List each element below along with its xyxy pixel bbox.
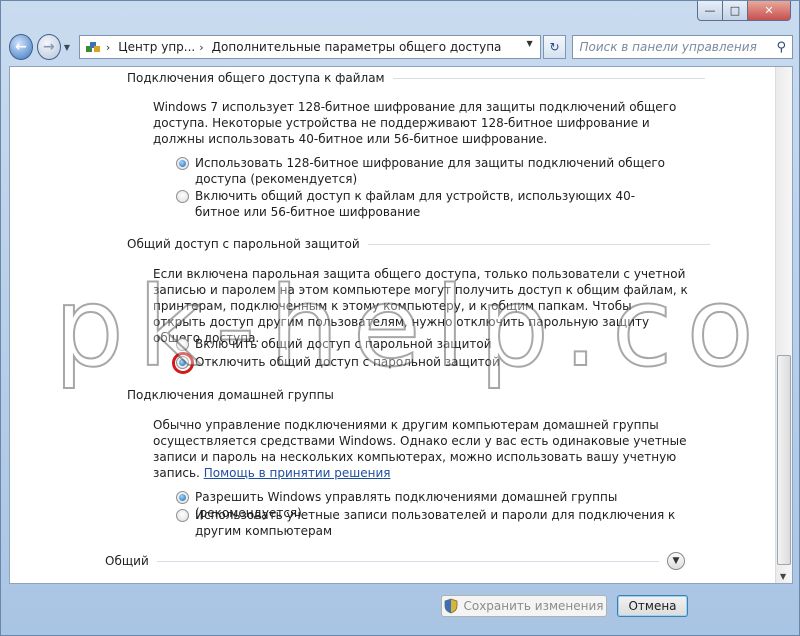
cancel-button[interactable]: Отмена xyxy=(617,595,688,617)
scrollbar-thumb[interactable] xyxy=(777,355,791,565)
control-panel-window: — □ ✕ ← → ▼ › Центр упр... › Дополнитель… xyxy=(0,0,800,636)
forward-button[interactable]: → xyxy=(36,34,61,60)
recent-pages-dropdown[interactable]: ▼ xyxy=(64,43,75,52)
refresh-button[interactable]: ↻ xyxy=(542,35,567,59)
file-sharing-description: Windows 7 использует 128-битное шифрован… xyxy=(153,100,677,146)
divider xyxy=(156,560,659,562)
homegroup-heading: Подключения домашней группы xyxy=(127,388,334,402)
section-title: Общий xyxy=(105,554,149,568)
file-sharing-heading: Подключения общего доступа к файлам xyxy=(127,71,705,85)
help-decision-link[interactable]: Помощь в принятии решения xyxy=(204,466,391,480)
back-arrow-icon: ← xyxy=(15,39,27,55)
divider xyxy=(367,243,710,245)
control-panel-icon xyxy=(84,39,102,55)
radio-button-checked[interactable] xyxy=(176,491,189,504)
radio-use-user-accounts[interactable]: Использовать учетные записи пользователе… xyxy=(176,507,676,539)
divider xyxy=(392,77,705,79)
radio-label: Использовать 128-битное шифрование для з… xyxy=(195,156,666,186)
address-dropdown-icon[interactable]: ▼ xyxy=(523,39,537,48)
radio-enable-password-sharing[interactable]: Включить общий доступ с парольной защито… xyxy=(176,336,676,352)
uac-shield-icon xyxy=(445,598,458,614)
homegroup-description: Обычно управление подключениями к другим… xyxy=(153,417,688,481)
section-title: Подключения общего доступа к файлам xyxy=(127,71,385,85)
radio-button-checked[interactable] xyxy=(176,157,189,170)
minimize-icon: — xyxy=(704,4,716,17)
expand-chevron-icon[interactable]: ▼ xyxy=(667,552,685,570)
password-protection-heading: Общий доступ с парольной защитой xyxy=(127,237,710,251)
vertical-scrollbar[interactable]: ▼ xyxy=(775,67,792,583)
general-section-header[interactable]: Общий ▼ xyxy=(105,552,685,570)
settings-content: Подключения общего доступа к файлам Wind… xyxy=(9,66,793,584)
close-button[interactable]: ✕ xyxy=(748,1,791,21)
breadcrumb-advanced-sharing[interactable]: Дополнительные параметры общего доступа xyxy=(212,40,502,54)
red-highlight-circle xyxy=(172,352,194,374)
back-button[interactable]: ← xyxy=(9,34,33,60)
radio-button[interactable] xyxy=(176,190,189,203)
radio-label: Включить общий доступ к файлам для устро… xyxy=(195,189,636,219)
maximize-button[interactable]: □ xyxy=(723,1,748,21)
radio-label: Включить общий доступ с парольной защито… xyxy=(195,337,492,351)
dialog-footer: Сохранить изменения Отмена xyxy=(9,584,793,629)
password-protection-description: Если включена парольная защита общего до… xyxy=(153,267,688,345)
minimize-button[interactable]: — xyxy=(697,1,723,21)
breadcrumb-separator: › xyxy=(105,40,111,54)
radio-128bit[interactable]: Использовать 128-битное шифрование для з… xyxy=(176,155,676,187)
radio-button[interactable] xyxy=(176,338,189,351)
search-icon[interactable]: ⚲ xyxy=(776,40,786,55)
section-title: Подключения домашней группы xyxy=(127,388,334,402)
navigation-bar: ← → ▼ › Центр упр... › Дополнительные па… xyxy=(9,31,794,63)
radio-button[interactable] xyxy=(176,509,189,522)
breadcrumb-separator: › xyxy=(199,40,204,54)
caption-buttons: — □ ✕ xyxy=(697,1,791,21)
cancel-label: Отмена xyxy=(628,599,677,613)
refresh-icon: ↻ xyxy=(549,40,560,54)
radio-disable-password-sharing[interactable]: Отключить общий доступ с парольной защит… xyxy=(176,354,676,370)
breadcrumb-control-panel[interactable]: Центр упр... xyxy=(118,40,195,54)
radio-label: Отключить общий доступ с парольной защит… xyxy=(195,355,500,369)
scroll-down-icon[interactable]: ▼ xyxy=(780,572,786,581)
save-changes-button[interactable]: Сохранить изменения xyxy=(441,595,607,617)
section-title: Общий доступ с парольной защитой xyxy=(127,237,360,251)
maximize-icon: □ xyxy=(729,4,741,17)
save-changes-label: Сохранить изменения xyxy=(463,599,604,613)
forward-arrow-icon: → xyxy=(43,39,55,55)
radio-label: Использовать учетные записи пользователе… xyxy=(195,508,676,538)
radio-40-56bit[interactable]: Включить общий доступ к файлам для устро… xyxy=(176,188,676,220)
address-bar[interactable]: › Центр упр... › Дополнительные параметр… xyxy=(78,35,541,59)
search-input[interactable]: Поиск в панели управления ⚲ xyxy=(572,35,794,59)
close-icon: ✕ xyxy=(764,4,774,17)
search-placeholder: Поиск в панели управления xyxy=(579,40,757,54)
